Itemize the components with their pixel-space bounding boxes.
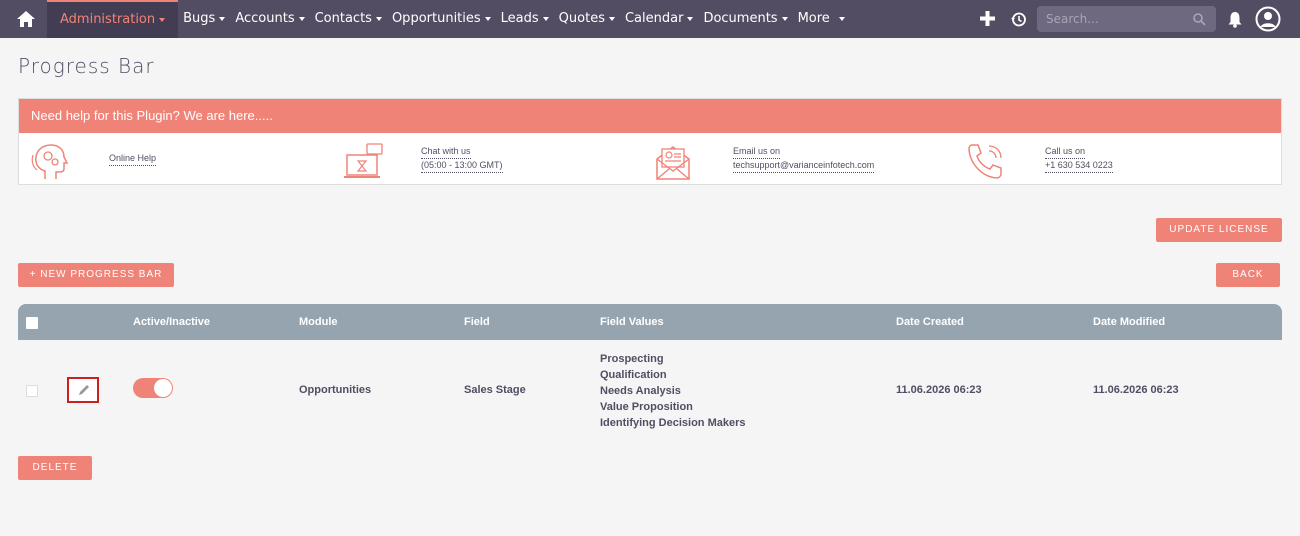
call-label: Call us on [1045,145,1086,159]
cell-field-values: Prospecting Qualification Needs Analysis… [600,351,745,431]
cell-module: Opportunities [299,384,372,396]
active-toggle[interactable] [133,378,173,398]
column-header-date-modified[interactable]: Date Modified [1093,304,1165,340]
column-header-field[interactable]: Field [464,304,490,340]
back-button[interactable]: BACK [1216,263,1280,287]
new-progress-bar-button[interactable]: + NEW PROGRESS BAR [18,263,174,287]
home-icon[interactable] [15,9,37,29]
module-menu: Administration Bugs Accounts Contacts Op… [47,0,850,38]
table-row: Opportunities Sales Stage Prospecting Qu… [18,340,1282,440]
nav-item-accounts[interactable]: Accounts [230,0,309,38]
delete-button[interactable]: DELETE [18,456,92,480]
head-gears-icon [31,144,69,179]
field-value-item: Needs Analysis [600,385,681,397]
history-icon[interactable] [1010,11,1027,28]
plus-icon[interactable] [979,10,996,27]
phone-icon [968,144,1002,179]
nav-item-contacts[interactable]: Contacts [310,0,387,38]
nav-item-more[interactable]: More [793,0,850,38]
chevron-down-icon [542,17,549,21]
chevron-down-icon [375,17,382,21]
pencil-icon [79,385,89,395]
nav-item-quotes[interactable]: Quotes [554,0,620,38]
chevron-down-icon [219,17,226,21]
cell-field: Sales Stage [464,384,526,396]
nav-item-administration[interactable]: Administration [47,0,179,38]
phone-link[interactable]: +1 630 534 0223 [1045,159,1113,173]
column-header-active[interactable]: Active/Inactive [133,304,210,340]
chat-laptop-icon [344,143,383,178]
online-help-link[interactable]: Online Help [109,152,157,166]
bell-icon[interactable] [1227,11,1243,28]
user-avatar-icon[interactable] [1255,6,1281,32]
envelope-icon [656,146,690,180]
column-header-field-values[interactable]: Field Values [600,304,664,340]
chat-label[interactable]: Chat with us [421,145,471,159]
email-link[interactable]: techsupport@varianceinfotech.com [733,159,875,173]
column-header-module[interactable]: Module [299,304,338,340]
update-license-button[interactable]: UPDATE LICENSE [1156,218,1282,242]
field-value-item: Qualification [600,369,667,381]
cell-date-created: 11.06.2026 06:23 [896,384,982,396]
page-title: Progress Bar [18,54,155,78]
chevron-down-icon [838,17,845,21]
field-value-item: Identifying Decision Makers [600,417,746,429]
top-navbar: Administration Bugs Accounts Contacts Op… [0,0,1300,38]
nav-item-leads[interactable]: Leads [496,0,554,38]
field-value-item: Value Proposition [600,401,693,413]
chevron-down-icon [687,17,694,21]
nav-item-opportunities[interactable]: Opportunities [387,0,496,38]
chevron-down-icon [484,17,491,21]
cell-date-modified: 11.06.2026 06:23 [1093,384,1179,396]
search-input[interactable] [1037,6,1187,32]
email-label: Email us on [733,145,781,159]
chevron-down-icon [608,17,615,21]
edit-button[interactable] [67,377,99,403]
chevron-down-icon [298,17,305,21]
nav-item-documents[interactable]: Documents [698,0,792,38]
row-checkbox[interactable] [26,385,38,397]
table-header: Active/Inactive Module Field Field Value… [18,304,1282,340]
column-header-date-created[interactable]: Date Created [896,304,964,340]
help-panel: Need help for this Plugin? We are here..… [18,98,1282,185]
nav-item-calendar[interactable]: Calendar [620,0,698,38]
field-value-item: Prospecting [600,353,664,365]
search-icon[interactable] [1192,12,1206,26]
help-header: Need help for this Plugin? We are here..… [19,99,1281,133]
toggle-knob [154,379,172,397]
chevron-down-icon [159,18,166,22]
nav-item-bugs[interactable]: Bugs [178,0,230,38]
chevron-down-icon [781,17,788,21]
search-box [1037,6,1216,32]
select-all-checkbox[interactable] [26,317,38,329]
chat-hours: (05:00 - 13:00 GMT) [421,159,503,173]
